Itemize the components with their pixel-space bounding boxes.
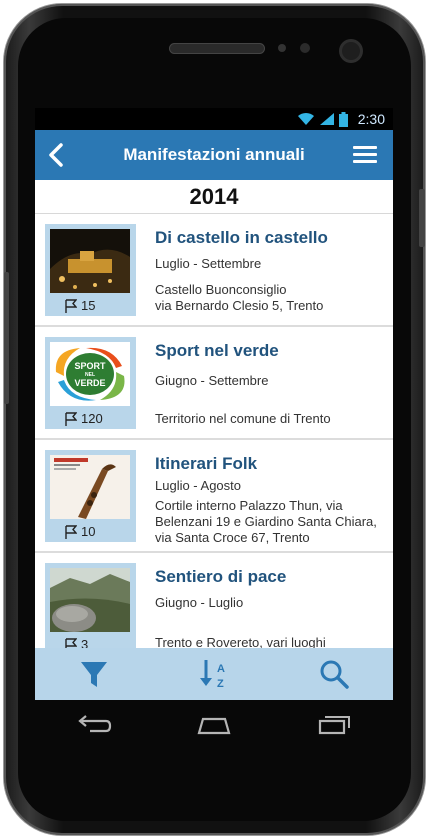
status-time: 2:30 xyxy=(357,111,385,127)
app-header: Manifestazioni annuali xyxy=(35,130,393,180)
event-dates: Giugno - Luglio xyxy=(155,595,244,610)
event-thumbnail: 10 xyxy=(45,450,136,542)
power-button[interactable] xyxy=(419,189,425,247)
screen: 2:30 Manifestazioni annuali 2014 15 Di c… xyxy=(35,108,393,700)
home-nav-icon[interactable] xyxy=(195,715,233,735)
event-thumbnail: SPORT NEL VERDE 120 xyxy=(45,337,136,429)
signal-icon xyxy=(319,113,334,125)
event-title: Di castello in castello xyxy=(155,228,328,247)
filter-icon[interactable] xyxy=(79,659,109,689)
earpiece-speaker xyxy=(169,43,265,54)
android-nav-bar xyxy=(35,700,393,750)
list-item[interactable]: 10 Itinerari Folk Luglio - Agosto Cortil… xyxy=(35,440,393,553)
bottom-toolbar: A Z xyxy=(35,648,393,700)
list-item[interactable]: SPORT NEL VERDE 120 Sport nel verde Giug… xyxy=(35,327,393,440)
flag-icon xyxy=(65,524,77,539)
event-thumbnail: 3 xyxy=(45,563,136,655)
event-list: 15 Di castello in castello Luglio - Sett… xyxy=(35,214,393,666)
flag-icon xyxy=(65,411,77,426)
event-dates: Giugno - Settembre xyxy=(155,373,269,388)
front-camera xyxy=(342,42,360,60)
svg-text:VERDE: VERDE xyxy=(74,378,105,388)
participant-count: 120 xyxy=(81,411,103,426)
light-sensor xyxy=(300,43,310,53)
castle-night-image xyxy=(50,229,130,293)
event-location: Cortile interno Palazzo Thun, via Belenz… xyxy=(155,498,377,545)
proximity-sensor xyxy=(278,44,286,52)
search-icon[interactable] xyxy=(319,659,349,689)
svg-text:A: A xyxy=(217,663,225,675)
page-title: Manifestazioni annuali xyxy=(123,145,305,164)
wifi-icon xyxy=(297,112,314,125)
year-heading: 2014 xyxy=(35,180,393,214)
folk-poster-image xyxy=(50,455,130,519)
participant-count: 15 xyxy=(81,298,96,313)
battery-icon xyxy=(338,111,348,127)
volume-button[interactable] xyxy=(4,272,9,404)
event-title: Itinerari Folk xyxy=(155,454,258,473)
event-dates: Luglio - Settembre xyxy=(155,256,262,271)
mountain-landscape-image xyxy=(50,568,130,632)
recent-apps-icon[interactable] xyxy=(316,715,352,735)
event-location: Territorio nel comune di Trento xyxy=(155,411,331,426)
logo-text: SPORT xyxy=(74,361,106,371)
list-item[interactable]: 15 Di castello in castello Luglio - Sett… xyxy=(35,214,393,327)
hamburger-menu-icon[interactable] xyxy=(353,146,377,164)
event-dates: Luglio - Agosto xyxy=(155,478,242,493)
event-thumbnail: 15 xyxy=(45,224,136,316)
event-title: Sport nel verde xyxy=(155,341,279,360)
svg-text:Z: Z xyxy=(217,678,224,690)
back-arrow-icon[interactable] xyxy=(45,142,69,168)
back-nav-icon[interactable] xyxy=(76,715,112,735)
sort-az-icon[interactable]: A Z xyxy=(198,658,230,690)
event-location: Castello Buonconsiglio via Bernardo Cles… xyxy=(155,282,324,313)
status-bar: 2:30 xyxy=(35,108,393,130)
sport-nel-verde-logo: SPORT NEL VERDE xyxy=(50,342,130,406)
flag-icon xyxy=(65,298,77,313)
participant-count: 10 xyxy=(81,524,96,539)
event-title: Sentiero di pace xyxy=(155,567,287,586)
